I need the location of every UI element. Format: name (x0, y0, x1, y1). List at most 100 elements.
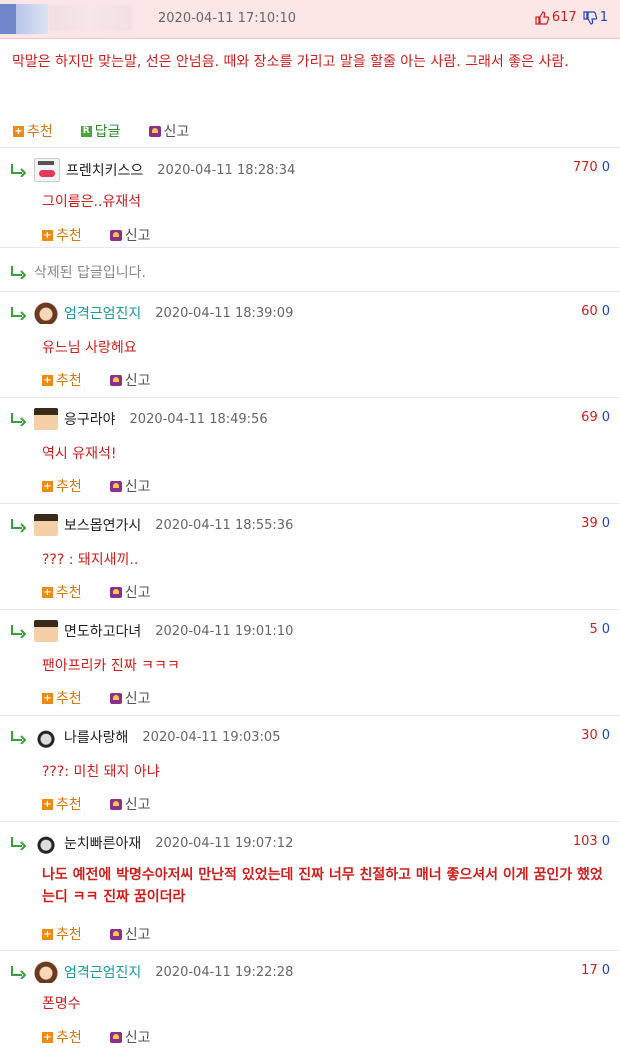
recommend-button[interactable]: + 추천 (42, 924, 82, 944)
siren-icon (109, 928, 122, 940)
recommend-button[interactable]: + 추천 (42, 1027, 82, 1047)
recommend-button[interactable]: + 추천 (13, 121, 53, 141)
reply-arrow-icon (11, 519, 27, 532)
report-button[interactable]: 신고 (109, 688, 151, 708)
siren-icon (109, 480, 122, 492)
thumbs-down-icon[interactable] (583, 10, 597, 25)
avatar[interactable] (34, 158, 60, 182)
reply-votes: 17 0 (581, 963, 610, 978)
plus-icon: + (42, 928, 53, 940)
recommend-button[interactable]: + 추천 (42, 794, 82, 814)
reply-text: 역시 유재석! (42, 446, 117, 462)
recommend-button[interactable]: + 추천 (42, 476, 82, 496)
plus-icon: + (13, 125, 24, 137)
reply-timestamp: 2020-04-11 18:49:56 (129, 411, 268, 427)
report-button[interactable]: 신고 (109, 476, 151, 496)
reply-text: 팬아프리카 진짜 ㅋㅋㅋ (42, 658, 180, 674)
siren-icon (109, 798, 122, 810)
reply-timestamp: 2020-04-11 19:01:10 (155, 623, 294, 639)
reply-author[interactable]: 프렌치키스으 (66, 160, 143, 180)
reply-item: 엄격근엄진지 2020-04-11 18:39:09 60 0 유느님 사랑헤요 … (0, 291, 620, 397)
reply-author[interactable]: 면도하고다녀 (64, 621, 141, 641)
reply-item: 프렌치키스으 2020-04-11 18:28:34 770 0 그이름은..유재… (0, 147, 620, 247)
reply-actions: + 추천 신고 (42, 370, 179, 390)
reply-text: ??? : 돼지새끼.. (42, 552, 139, 568)
reply-item: 응구라야 2020-04-11 18:49:56 69 0 역시 유재석! + 추천… (0, 397, 620, 503)
reply-votes: 30 0 (581, 728, 610, 743)
recommend-button[interactable]: + 추천 (42, 582, 82, 602)
avatar[interactable] (34, 408, 58, 430)
blurred-username (48, 5, 132, 31)
reply-actions: + 추천 신고 (42, 476, 179, 496)
avatar[interactable] (34, 726, 58, 748)
reply-timestamp: 2020-04-11 18:28:34 (157, 162, 296, 178)
reply-text: 폰명수 (42, 996, 81, 1012)
report-button[interactable]: 신고 (109, 370, 151, 390)
reply-actions: + 추천 신고 (42, 1027, 179, 1047)
plus-icon: + (42, 692, 53, 704)
avatar[interactable] (34, 961, 58, 983)
reply-votes: 103 0 (572, 834, 610, 849)
reply-text: ???: 미친 돼지 아냐 (42, 764, 160, 780)
recommend-button[interactable]: + 추천 (42, 688, 82, 708)
reply-icon: R (80, 125, 92, 137)
reply-arrow-icon (11, 731, 27, 744)
reply-timestamp: 2020-04-11 19:07:12 (155, 835, 294, 851)
reply-text: 유느님 사랑헤요 (42, 340, 137, 356)
plus-icon: + (42, 480, 53, 492)
reply-text: 그이름은..유재석 (42, 194, 142, 210)
siren-icon (109, 586, 122, 598)
reply-item: 보스몹연가시 2020-04-11 18:55:36 39 0 ??? : 돼지새… (0, 503, 620, 609)
reply-votes: 770 0 (572, 160, 610, 175)
reply-author[interactable]: 나를사랑해 (64, 727, 128, 747)
siren-icon (109, 229, 122, 241)
post-votes: 617 1 (535, 10, 608, 25)
reply-votes: 50 (589, 622, 610, 637)
reply-votes: 60 0 (581, 304, 610, 319)
reply-item: 엄격근엄진지 2020-04-11 19:22:28 17 0 폰명수 + 추천 신… (0, 950, 620, 1056)
reply-arrow-icon (11, 413, 27, 426)
siren-icon (109, 1031, 122, 1043)
blurred-avatar (0, 4, 48, 34)
plus-icon: + (42, 586, 53, 598)
post-down-count: 1 (599, 10, 608, 25)
reply-actions: + 추천 신고 (42, 688, 179, 708)
reply-arrow-icon (11, 966, 27, 979)
reply-timestamp: 2020-04-11 19:03:05 (142, 729, 281, 745)
report-button[interactable]: 신고 (109, 794, 151, 814)
report-button[interactable]: 신고 (109, 582, 151, 602)
recommend-button[interactable]: + 추천 (42, 225, 82, 245)
avatar[interactable] (34, 514, 58, 536)
report-button[interactable]: 신고 (109, 924, 151, 944)
reply-timestamp: 2020-04-11 18:39:09 (155, 305, 294, 321)
reply-author[interactable]: 보스몹연가시 (64, 515, 141, 535)
thumbs-up-icon[interactable] (535, 10, 549, 25)
reply-arrow-icon (11, 837, 27, 850)
reply-author[interactable]: 응구라야 (64, 409, 116, 429)
post-timestamp: 2020-04-11 17:10:10 (158, 11, 297, 26)
reply-actions: + 추천 신고 (42, 794, 179, 814)
avatar[interactable] (34, 832, 58, 854)
avatar[interactable] (34, 302, 58, 324)
reply-arrow-icon (11, 164, 27, 177)
avatar[interactable] (34, 620, 58, 642)
reply-item: 면도하고다녀 2020-04-11 19:01:10 50 팬아프리카 진짜 ㅋ… (0, 609, 620, 715)
reply-author[interactable]: 눈치빠른아재 (64, 833, 141, 853)
reply-actions: + 추천 신고 (42, 924, 179, 944)
recommend-button[interactable]: + 추천 (42, 370, 82, 390)
report-button[interactable]: 신고 (148, 121, 189, 141)
report-button[interactable]: 신고 (109, 1027, 151, 1047)
reply-votes: 39 0 (581, 516, 610, 531)
reply-button[interactable]: R 답글 (80, 121, 121, 141)
plus-icon: + (42, 1031, 53, 1043)
reply-author[interactable]: 엄격근엄진지 (64, 962, 141, 982)
reply-item: 눈치빠른아재 2020-04-11 19:07:12 103 0 나도 예전에 박… (0, 821, 620, 950)
siren-icon (148, 125, 161, 137)
report-button[interactable]: 신고 (109, 225, 151, 245)
reply-votes: 69 0 (581, 410, 610, 425)
reply-author[interactable]: 엄격근엄진지 (64, 303, 141, 323)
plus-icon: + (42, 229, 53, 241)
plus-icon: + (42, 798, 53, 810)
reply-actions: + 추천 신고 (42, 225, 179, 245)
siren-icon (109, 692, 122, 704)
